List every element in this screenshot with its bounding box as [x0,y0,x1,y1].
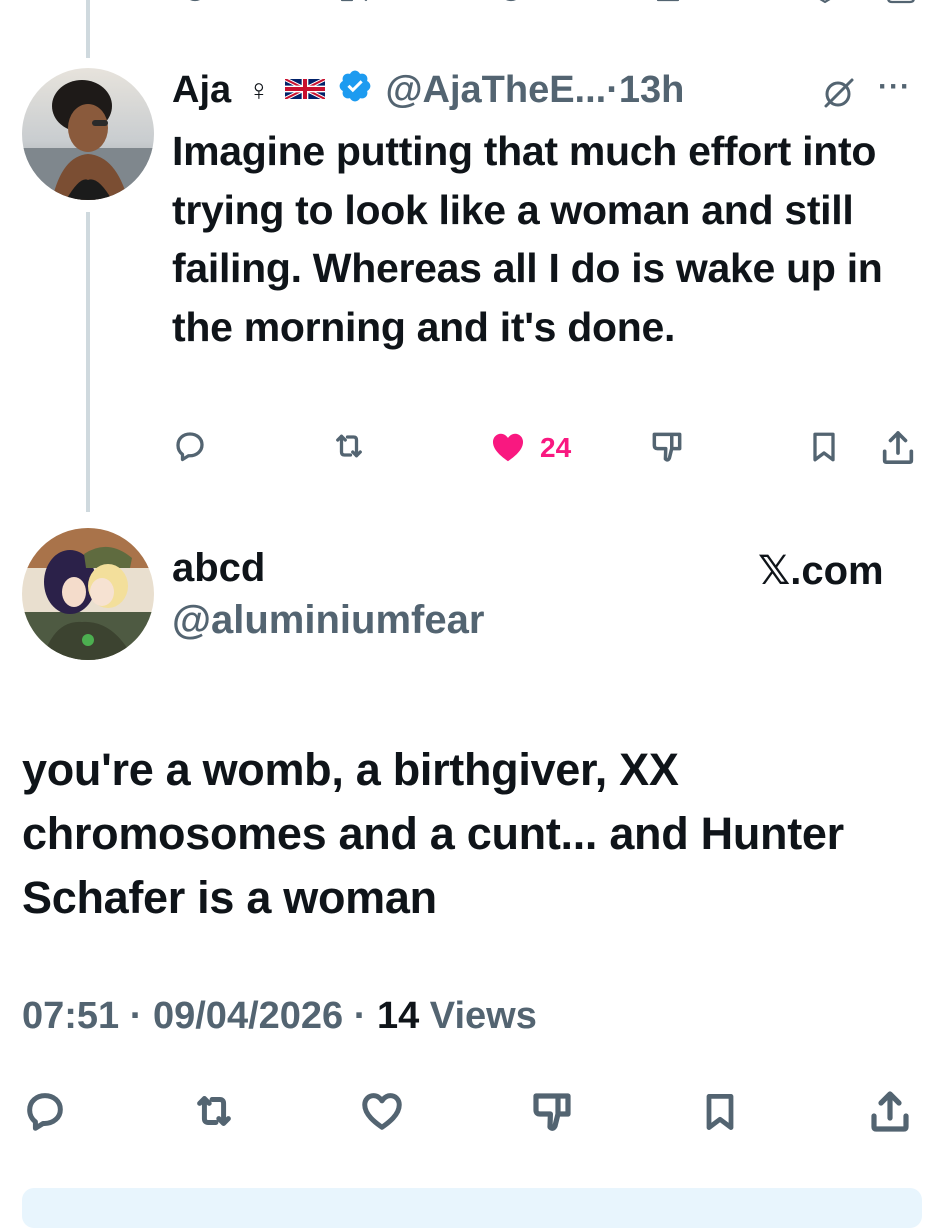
like-count: 24 [540,432,572,463]
repost-icon[interactable] [330,428,368,464]
main-handle[interactable]: @aluminiumfear [172,598,484,643]
venus-symbol: ♀ [247,74,271,107]
reply-dot: · [606,69,619,111]
tweet-time[interactable]: 07:51 [22,995,119,1037]
stats-icon[interactable] [652,0,686,12]
x-com-brand: 𝕏.com [758,549,884,593]
grok-icon[interactable] [818,72,858,117]
verified-badge-icon [337,68,373,109]
share-icon[interactable] [884,0,918,12]
reply-time[interactable]: 13h [619,69,684,111]
dislike-icon[interactable] [648,428,686,466]
main-text: you're a womb, a birthgiver, XX chromoso… [22,744,844,923]
main-display-name[interactable]: abcd [172,546,265,591]
reply-composer-bar[interactable] [22,1188,922,1228]
repost-icon[interactable] [336,0,370,12]
repost-icon[interactable] [190,1088,238,1134]
main-action-row [0,1088,945,1136]
reply-avatar[interactable] [22,68,154,200]
main-avatar[interactable] [22,528,154,660]
meta-separator: · [129,995,143,1037]
previous-action-row [0,0,945,12]
more-options-icon[interactable]: ··· [878,70,911,104]
meta-separator: · [353,995,367,1037]
reply-handle[interactable]: @AjaTheE... [385,69,606,111]
bookmark-icon[interactable] [808,0,842,12]
reply-action-row: 24 [0,428,945,468]
like-icon[interactable] [494,0,528,12]
like-icon[interactable] [358,1088,406,1134]
views-count: 14 [376,995,420,1037]
share-icon[interactable] [866,1088,914,1136]
uk-flag-icon [284,76,325,107]
reply-display-name[interactable]: Aja [172,69,231,111]
tweet-date[interactable]: 09/04/2026 [153,995,343,1037]
reply-header: Aja ♀ @AjaTheE...·13h [172,68,684,112]
bookmark-icon[interactable] [698,1088,742,1136]
like-icon[interactable] [488,428,528,466]
reply-text: Imagine putting that much effort into tr… [172,128,883,350]
share-icon[interactable] [878,428,918,468]
reply-icon[interactable] [22,1088,68,1134]
tweet-meta: 07:51 · 09/04/2026 · 14 Views [22,995,537,1038]
views-label: Views [429,995,537,1037]
reply-icon[interactable] [172,428,208,464]
reply-icon[interactable] [178,0,212,12]
dislike-icon[interactable] [528,1088,576,1136]
bookmark-icon[interactable] [806,428,842,466]
